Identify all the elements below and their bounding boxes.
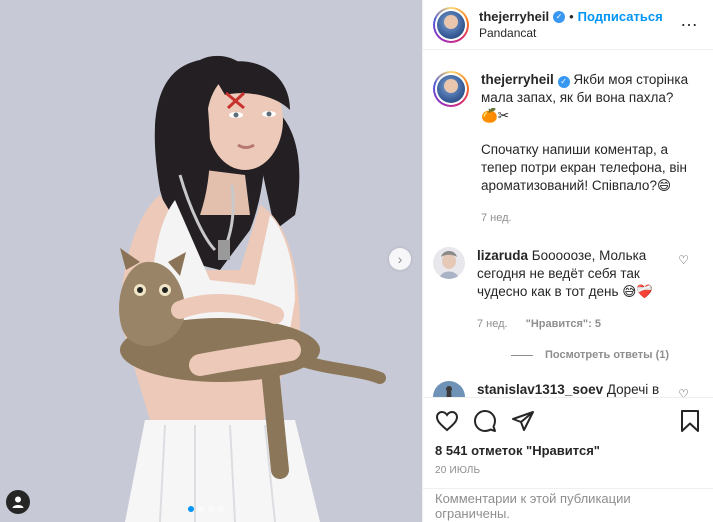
comment-likes[interactable]: "Нравится": 5 [526, 315, 601, 333]
comment-time[interactable]: 7 нед. [477, 315, 508, 333]
comments-restricted-notice: Комментарии к этой публикации ограничены… [423, 488, 713, 522]
comment-item: lizaruda Бооооозе, Молька сегодня не вед… [433, 227, 703, 333]
carousel-next-button[interactable]: › [389, 248, 411, 270]
view-replies-label: Посмотреть ответы (1) [545, 349, 670, 361]
verified-badge-icon: ✓ [553, 10, 566, 23]
author-avatar[interactable] [433, 6, 469, 43]
comment-avatar[interactable] [433, 247, 465, 279]
instagram-post: › thejerryheil ✓ • Подписаться Pandancat… [0, 0, 713, 522]
separator: • [569, 8, 574, 24]
user-icon [12, 496, 24, 508]
likes-count[interactable]: 8 541 отметок "Нравится" [435, 443, 701, 458]
post-photo[interactable]: › [0, 0, 422, 522]
caption: thejerryheil ✓ Якби моя сторінка мала за… [433, 51, 703, 227]
comments-list[interactable]: thejerryheil ✓ Якби моя сторінка мала за… [423, 51, 713, 397]
caption-username[interactable]: thejerryheil [481, 72, 554, 87]
caption-time[interactable]: 7 нед. [481, 209, 512, 227]
post-header: thejerryheil ✓ • Подписаться Pandancat … [423, 0, 713, 50]
view-replies-button[interactable]: Посмотреть ответы (1) [511, 349, 703, 361]
carousel-dot [208, 506, 214, 512]
like-comment-heart-icon[interactable]: ♡ [678, 253, 689, 267]
post-side-panel: thejerryheil ✓ • Подписаться Pandancat …… [422, 0, 713, 522]
more-options-icon[interactable]: … [680, 11, 699, 29]
photo-girl-with-cat [0, 0, 422, 522]
caption-text-2: Спочатку напиши коментар, а тепер потри … [481, 142, 687, 193]
save-bookmark-icon[interactable] [679, 409, 701, 433]
carousel-indicators [188, 506, 224, 512]
carousel-dot [198, 506, 204, 512]
post-actions: 8 541 отметок "Нравится" 20 ИЮЛЬ [423, 397, 713, 476]
comment-avatar[interactable] [433, 381, 465, 397]
comment-bubble-icon[interactable] [473, 409, 497, 433]
verified-badge-icon: ✓ [557, 76, 570, 88]
author-username[interactable]: thejerryheil [479, 9, 549, 25]
carousel-dot [218, 506, 224, 512]
carousel-dot [188, 506, 194, 512]
like-comment-heart-icon[interactable]: ♡ [678, 387, 689, 397]
tagged-users-button[interactable] [6, 490, 30, 514]
comment-username[interactable]: lizaruda [477, 248, 528, 263]
caption-avatar[interactable] [433, 71, 469, 107]
follow-button[interactable]: Подписаться [578, 9, 663, 25]
like-heart-icon[interactable] [435, 409, 459, 433]
post-date[interactable]: 20 ИЮЛЬ [435, 465, 701, 476]
comment-item: stanislav1313_soev Доречі в мене знайоми… [433, 361, 703, 397]
location-link[interactable]: Pandancat [479, 25, 663, 41]
comment-username[interactable]: stanislav1313_soev [477, 382, 603, 397]
share-paper-plane-icon[interactable] [511, 409, 535, 433]
